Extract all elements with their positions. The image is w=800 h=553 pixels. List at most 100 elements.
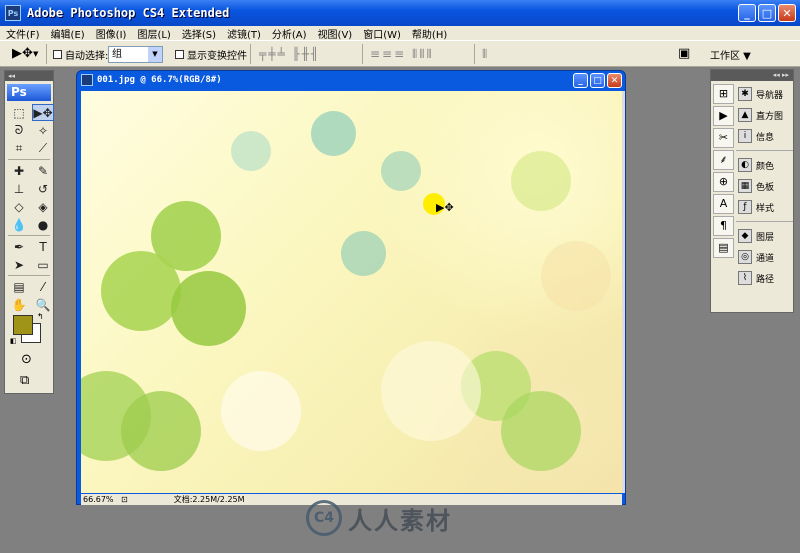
eyedropper-tool-2-icon[interactable]: ⁄ <box>32 278 54 295</box>
panel-info[interactable]: i 信息 <box>736 126 793 146</box>
styles-icon: ƒ <box>738 200 752 214</box>
toolbox-header[interactable]: ◂◂ <box>5 71 53 81</box>
doc-maximize-button[interactable]: □ <box>590 73 605 88</box>
maximize-button[interactable]: □ <box>758 4 776 22</box>
chevron-down-icon: ▼ <box>148 47 162 62</box>
menu-file[interactable]: 文件(F) <box>6 26 40 41</box>
document-title: 001.jpg @ 66.7%(RGB/8#) <box>97 75 222 85</box>
screen-mode-icon[interactable]: ⧉ <box>20 373 29 388</box>
auto-select-checkbox[interactable]: 自动选择: <box>53 47 108 62</box>
document-size: 文档:2.25M/2.25M <box>173 495 245 504</box>
menu-select[interactable]: 选择(S) <box>182 26 216 41</box>
swap-colors-icon[interactable]: ↰ <box>37 312 44 321</box>
menu-filter[interactable]: 滤镜(T) <box>227 26 261 41</box>
vertical-scrollbar[interactable] <box>622 91 625 493</box>
status-menu-icon[interactable]: ⊡ <box>121 495 128 504</box>
panel-layers[interactable]: ◆ 图层 <box>736 226 793 246</box>
menu-bar: 文件(F) 编辑(E) 图像(I) 图层(L) 选择(S) 滤镜(T) 分析(A… <box>0 26 800 41</box>
document-title-bar[interactable]: 001.jpg @ 66.7%(RGB/8#) _ □ ✕ <box>77 71 625 89</box>
move-cursor-icon: ▶✥ <box>436 201 454 214</box>
panel-dock: ◂◂ ▸▸ ⊞ ▶ ✂ ⸙ ⊕ A ¶ ▤ ✱ 导航器 ▲ 直方图 i 信息 ◐ 颜色 … <box>710 69 794 313</box>
panel-styles[interactable]: ƒ 样式 <box>736 197 793 217</box>
image-canvas[interactable] <box>81 91 622 493</box>
minimize-button[interactable]: _ <box>738 4 756 22</box>
blur-tool-icon[interactable]: 💧 <box>8 216 30 233</box>
dodge-tool-icon[interactable]: ● <box>32 216 54 233</box>
toolbox-logo[interactable]: Ps <box>7 84 51 101</box>
panel-icon-tool-presets[interactable]: ✂ <box>713 128 734 148</box>
navigator-icon: ✱ <box>738 87 752 101</box>
eraser-tool-icon[interactable]: ◇ <box>8 198 30 215</box>
show-transform-checkbox[interactable]: 显示变换控件 <box>175 47 247 62</box>
panel-navigator[interactable]: ✱ 导航器 <box>736 84 793 104</box>
panel-histogram[interactable]: ▲ 直方图 <box>736 105 793 125</box>
panel-channels[interactable]: ◎ 通道 <box>736 247 793 267</box>
auto-select-dropdown[interactable]: 组 ▼ <box>108 46 163 63</box>
menu-window[interactable]: 窗口(W) <box>363 26 401 41</box>
eyedropper-tool-icon[interactable]: ⟋ <box>32 140 54 157</box>
workspace-icon[interactable]: ▣ <box>678 46 690 61</box>
menu-layer[interactable]: 图层(L) <box>137 26 170 41</box>
panel-icon-brushes[interactable]: ⸙ <box>713 150 734 170</box>
panel-paths[interactable]: ⌇ 路径 <box>736 268 793 288</box>
move-tool-icon[interactable]: ▶✥ <box>32 104 54 121</box>
shape-tool-icon[interactable]: ▭ <box>32 256 54 273</box>
panel-icon-layer-comps[interactable]: ▤ <box>713 238 734 258</box>
channels-icon: ◎ <box>738 250 752 264</box>
doc-close-button[interactable]: ✕ <box>607 73 622 88</box>
panel-icon-paragraph[interactable]: ¶ <box>713 216 734 236</box>
toolbox: ◂◂ Ps ⬚ ▶✥ ᘐ ✧ ⌗ ⟋ ✚ ✎ ⊥ ↺ ◇ ◈ 💧 ● ✒ T ➤… <box>4 70 54 394</box>
healing-brush-tool-icon[interactable]: ✚ <box>8 162 30 179</box>
menu-image[interactable]: 图像(I) <box>96 26 127 41</box>
window-title: Adobe Photoshop CS4 Extended <box>27 6 230 20</box>
clone-stamp-tool-icon[interactable]: ⊥ <box>8 180 30 197</box>
panel-icon-clone-source[interactable]: ⊕ <box>713 172 734 192</box>
quick-mask-icon[interactable]: ⊙ <box>21 352 32 367</box>
foreground-color-swatch[interactable] <box>13 315 33 335</box>
history-brush-tool-icon[interactable]: ↺ <box>32 180 54 197</box>
close-button[interactable]: ✕ <box>778 4 796 22</box>
path-selection-tool-icon[interactable]: ➤ <box>8 256 30 273</box>
document-window: 001.jpg @ 66.7%(RGB/8#) _ □ ✕ 66.67% ⊡ 文… <box>76 70 626 505</box>
paths-icon: ⌇ <box>738 271 752 285</box>
watermark-logo-icon: C4 <box>306 500 342 536</box>
notes-tool-icon[interactable]: ▤ <box>8 278 30 295</box>
doc-minimize-button[interactable]: _ <box>573 73 588 88</box>
workspace-menu[interactable]: 工作区 ▼ <box>710 47 751 62</box>
align-buttons[interactable]: ╤╪╧ ╟╫╢ <box>259 47 320 61</box>
menu-analysis[interactable]: 分析(A) <box>272 26 307 41</box>
panel-icon-actions[interactable]: ▶ <box>713 106 734 126</box>
brush-tool-icon[interactable]: ✎ <box>32 162 54 179</box>
paint-bucket-tool-icon[interactable]: ◈ <box>32 198 54 215</box>
watermark-text: 人人素材 <box>348 506 452 535</box>
photoshop-app-icon: Ps <box>5 5 21 21</box>
menu-help[interactable]: 帮助(H) <box>412 26 447 41</box>
panel-swatches[interactable]: ▦ 色板 <box>736 176 793 196</box>
info-icon: i <box>738 129 752 143</box>
panel-icon-character[interactable]: A <box>713 194 734 214</box>
hand-tool-icon[interactable]: ✋ <box>8 296 30 313</box>
auto-align-button[interactable]: ⦀ <box>482 47 489 62</box>
magic-wand-tool-icon[interactable]: ✧ <box>32 122 54 139</box>
menu-view[interactable]: 视图(V) <box>318 26 353 41</box>
menu-edit[interactable]: 编辑(E) <box>51 26 85 41</box>
pen-tool-icon[interactable]: ✒ <box>8 238 30 255</box>
preset-dropdown-icon[interactable]: ▼ <box>33 50 38 58</box>
watermark: C4 人人素材 <box>306 500 452 536</box>
zoom-level[interactable]: 66.67% <box>81 495 121 504</box>
options-bar: ▶✥ ▼ 自动选择: 组 ▼ 显示变换控件 ╤╪╧ ╟╫╢ ≡≡≡ ⦀⦀⦀ ⦀ ▣… <box>0 40 800 67</box>
crop-tool-icon[interactable]: ⌗ <box>8 140 30 157</box>
type-tool-icon[interactable]: T <box>32 238 54 255</box>
distribute-buttons[interactable]: ≡≡≡ ⦀⦀⦀ <box>370 47 434 62</box>
document-icon <box>81 74 93 86</box>
lasso-tool-icon[interactable]: ᘐ <box>8 122 30 139</box>
marquee-tool-icon[interactable]: ⬚ <box>8 104 30 121</box>
zoom-tool-icon[interactable]: 🔍 <box>32 296 54 313</box>
panel-color[interactable]: ◐ 颜色 <box>736 155 793 175</box>
panel-icon-history[interactable]: ⊞ <box>713 84 734 104</box>
histogram-icon: ▲ <box>738 108 752 122</box>
title-bar: Ps Adobe Photoshop CS4 Extended _ □ ✕ <box>0 0 800 26</box>
move-tool-preset-icon[interactable]: ▶✥ <box>12 46 33 61</box>
panel-dock-header[interactable]: ◂◂ ▸▸ <box>711 70 793 81</box>
default-colors-icon[interactable]: ◧ <box>10 337 17 345</box>
